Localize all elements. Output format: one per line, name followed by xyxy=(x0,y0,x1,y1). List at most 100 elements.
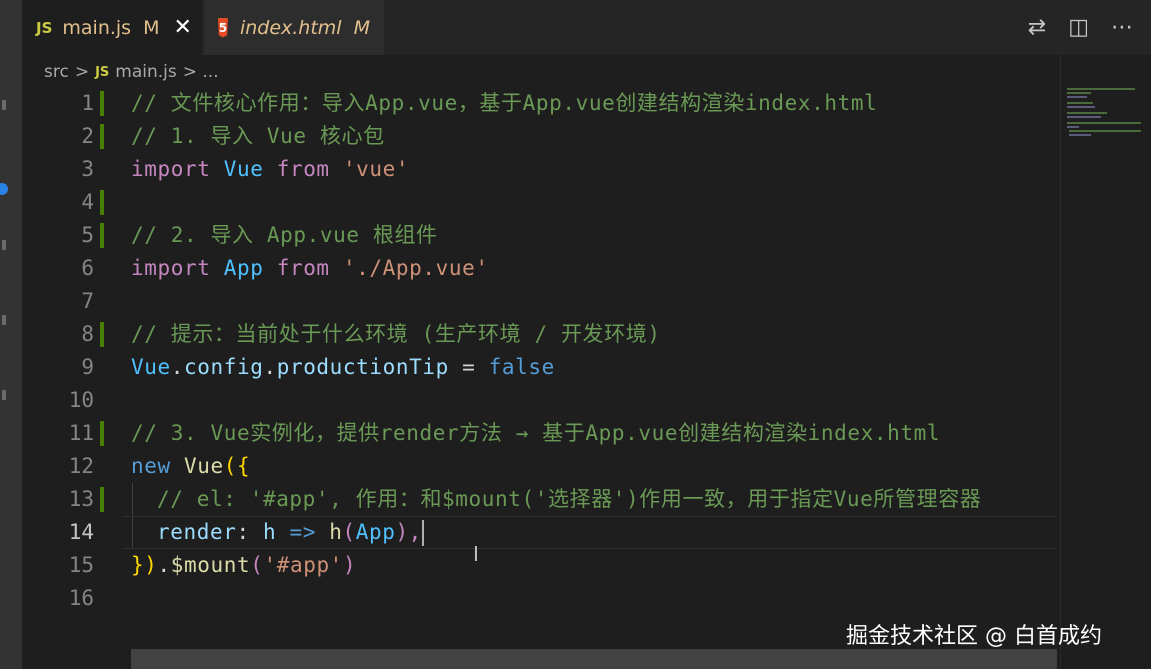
code-text: Vue.config.productionTip = false xyxy=(131,351,555,384)
git-modified-marker xyxy=(100,124,104,149)
git-modified-marker xyxy=(100,190,104,215)
code-text: import App from './App.vue' xyxy=(131,252,489,285)
bracket: ) xyxy=(342,553,357,577)
code-line: 9 Vue.config.productionTip = false xyxy=(22,351,1060,384)
git-modified-marker xyxy=(100,421,104,446)
breadcrumb: src > JS main.js > ... xyxy=(44,58,219,86)
minimap[interactable] xyxy=(1060,55,1151,669)
bracket: ( xyxy=(342,520,356,544)
minimap-line xyxy=(1067,102,1093,104)
split-editor-icon[interactable]: ◫ xyxy=(1068,15,1089,40)
line-number: 13 xyxy=(68,487,94,511)
comment: // 1. 导入 Vue 核心包 xyxy=(131,124,385,148)
code-line: 7 xyxy=(22,285,1060,318)
activity-bar xyxy=(0,0,22,669)
minimap-line xyxy=(1067,126,1079,128)
more-actions-icon[interactable]: ⋯ xyxy=(1111,15,1133,40)
watermark: 掘金技术社区 @ 白首成约 xyxy=(846,624,1102,649)
tab-main-js[interactable]: JS main.js M ✕ xyxy=(22,0,202,55)
line-number: 7 xyxy=(81,289,94,313)
bracket: ({ xyxy=(223,454,251,478)
dot: . xyxy=(157,553,171,577)
code-line: 1 // 文件核心作用：导入App.vue，基于App.vue创建结构渲染ind… xyxy=(22,87,1060,120)
comment: // el: '#app', 作用：和$mount('选择器')作用一致，用于指… xyxy=(157,487,982,511)
keyword: from xyxy=(276,157,330,181)
chevron-right-icon: > xyxy=(74,62,90,82)
bracket: ( xyxy=(250,553,264,577)
text-caret xyxy=(421,520,424,546)
code-line: 16 xyxy=(22,582,1060,615)
modified-badge: M xyxy=(353,16,370,39)
line-number: 5 xyxy=(81,223,94,247)
identifier: App xyxy=(355,520,396,544)
boolean: false xyxy=(488,355,555,379)
identifier: Vue xyxy=(183,454,224,478)
code-line: 8 // 提示：当前处于什么环境 (生产环境 / 开发环境) xyxy=(22,318,1060,351)
code-line: 4 xyxy=(22,186,1060,219)
activity-marker xyxy=(2,315,6,325)
code-line: 6 import App from './App.vue' xyxy=(22,252,1060,285)
git-modified-marker xyxy=(100,91,104,116)
breadcrumb-folder[interactable]: src xyxy=(44,62,69,82)
code-line: 13 // el: '#app', 作用：和$mount('选择器')作用一致，… xyxy=(22,483,1060,516)
git-modified-marker xyxy=(100,322,104,347)
git-modified-marker xyxy=(100,487,104,512)
keyword: new xyxy=(131,454,171,478)
string: './App.vue' xyxy=(342,256,489,280)
horizontal-scrollbar[interactable] xyxy=(131,649,1057,669)
line-number: 16 xyxy=(68,586,94,610)
minimap-line xyxy=(1067,112,1107,114)
code-text: import Vue from 'vue' xyxy=(131,153,409,186)
notification-dot[interactable] xyxy=(0,183,8,195)
line-number: 1 xyxy=(81,91,94,115)
bracket: ), xyxy=(395,520,422,544)
html5-file-icon: 5 xyxy=(218,17,228,38)
text-cursor-icon: I xyxy=(473,542,479,566)
comment: // 提示：当前处于什么环境 (生产环境 / 开发环境) xyxy=(131,322,661,346)
javascript-file-icon: JS xyxy=(95,64,110,80)
code-editor[interactable]: 1 // 文件核心作用：导入App.vue，基于App.vue创建结构渲染ind… xyxy=(22,87,1060,647)
editor-actions: ⇄ ◫ ⋯ xyxy=(1028,0,1151,55)
compare-changes-icon[interactable]: ⇄ xyxy=(1028,15,1046,40)
breadcrumb-more[interactable]: > ... xyxy=(183,62,219,82)
code-line-current: 14 render: h => h(App), xyxy=(22,516,1060,549)
minimap-line xyxy=(1067,116,1101,118)
breadcrumb-file[interactable]: main.js xyxy=(115,62,176,82)
code-line: 3 import Vue from 'vue' xyxy=(22,153,1060,186)
activity-marker xyxy=(2,100,6,110)
operator: = xyxy=(448,355,489,379)
code-text: render: h => h(App), xyxy=(157,516,424,549)
comment: // 2. 导入 App.vue 根组件 xyxy=(131,223,438,247)
line-number: 2 xyxy=(81,124,94,148)
javascript-file-icon: JS xyxy=(36,18,53,37)
property: productionTip xyxy=(276,355,449,379)
code-text: }).$mount('#app') xyxy=(131,549,356,582)
line-number: 12 xyxy=(68,454,94,478)
keyword: from xyxy=(276,256,330,280)
tab-label: index.html xyxy=(239,16,342,39)
comment: // 3. Vue实例化，提供render方法 → 基于App.vue创建结构渲… xyxy=(131,421,941,445)
line-number: 9 xyxy=(81,355,94,379)
close-icon[interactable]: ✕ xyxy=(174,15,192,40)
minimap-line xyxy=(1067,92,1091,94)
code-line: 2 // 1. 导入 Vue 核心包 xyxy=(22,120,1060,153)
keyword: import xyxy=(131,157,211,181)
code-text: new Vue({ xyxy=(131,450,250,483)
identifier: Vue xyxy=(131,355,171,379)
function-call: h xyxy=(329,520,343,544)
parameter: h xyxy=(262,520,277,544)
tab-index-html[interactable]: 5 index.html M xyxy=(204,0,384,55)
bracket: }) xyxy=(131,553,158,577)
line-number: 6 xyxy=(81,256,94,280)
identifier: App xyxy=(223,256,264,280)
modified-badge: M xyxy=(143,16,160,39)
dot: . xyxy=(263,355,277,379)
minimap-line xyxy=(1067,122,1141,124)
code-line: 5 // 2. 导入 App.vue 根组件 xyxy=(22,219,1060,252)
property: config xyxy=(183,355,264,379)
colon: : xyxy=(236,520,263,544)
property: render xyxy=(157,520,237,544)
comment: // 文件核心作用：导入App.vue，基于App.vue创建结构渲染index… xyxy=(131,91,878,115)
minimap-line xyxy=(1067,106,1095,108)
string: 'vue' xyxy=(342,157,410,181)
